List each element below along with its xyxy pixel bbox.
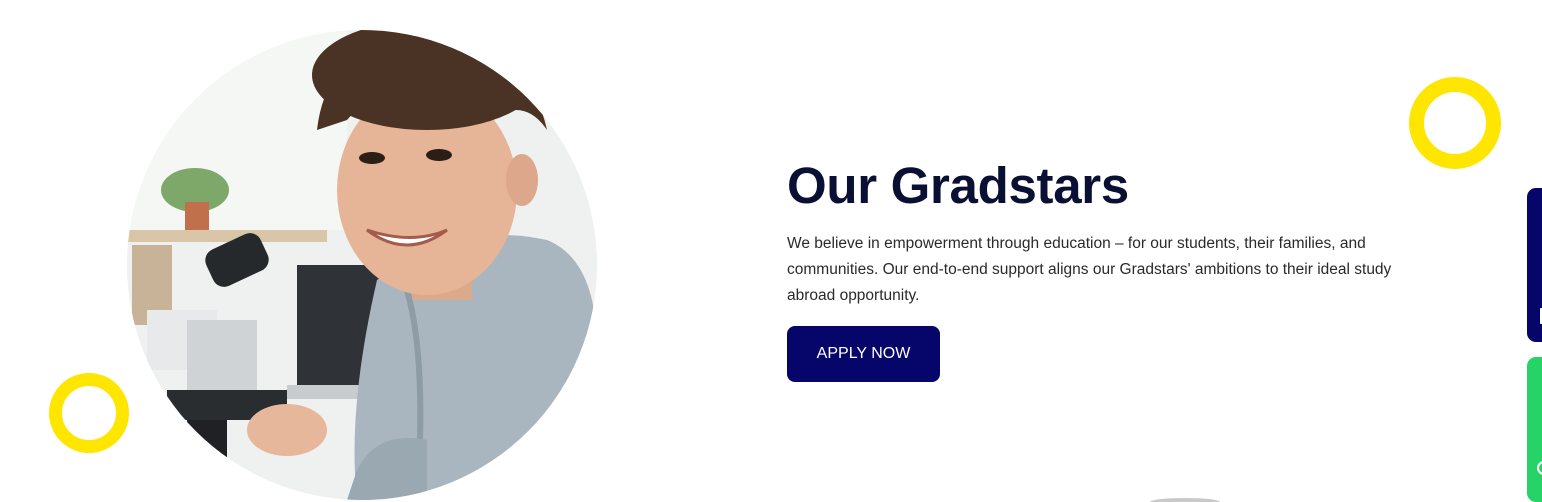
apply-now-button[interactable]: APPLY NOW [787, 326, 940, 382]
side-panel-tab[interactable] [1527, 188, 1542, 342]
hero-description: We believe in empowerment through educat… [787, 235, 1392, 304]
student-photo-illustration [127, 30, 597, 500]
scroll-indicator-shadow [1150, 498, 1220, 502]
hero-content: Our Gradstars We believe in empowerment … [787, 155, 1427, 382]
student-photo [127, 30, 597, 500]
chat-icon [1537, 461, 1542, 475]
decorative-ring-left [49, 373, 129, 453]
whatsapp-chat-tab[interactable] [1527, 357, 1542, 502]
page-title: Our Gradstars [787, 157, 1129, 214]
